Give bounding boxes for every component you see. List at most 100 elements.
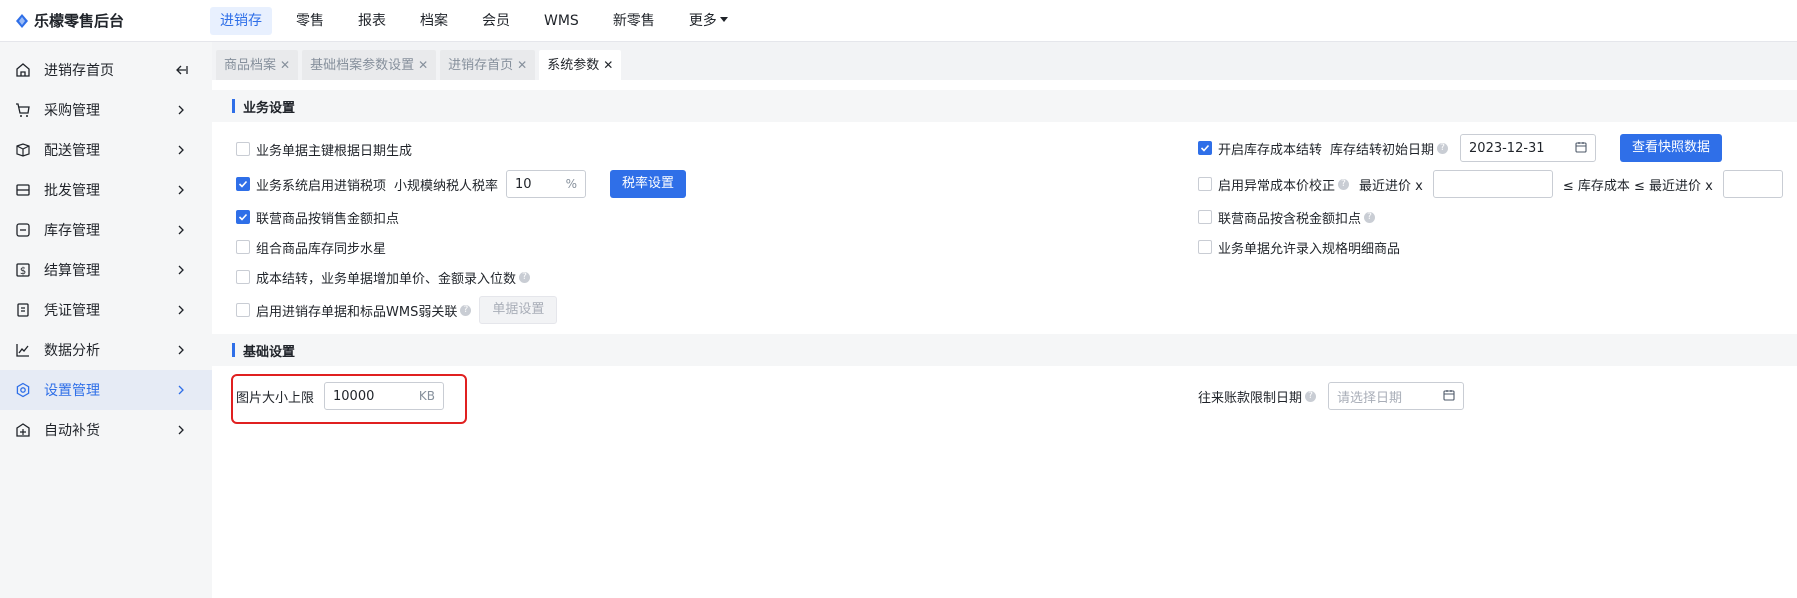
option-combo-sync[interactable]: 组合商品库存同步水星: [236, 238, 386, 257]
sidebar-item-inventory-home[interactable]: 进销存首页: [0, 50, 212, 90]
calendar-icon: [1575, 141, 1587, 156]
option-label: 成本结转，业务单据增加单价、金额录入位数: [256, 271, 517, 287]
chevron-right-icon: [174, 183, 188, 197]
checkbox[interactable]: [236, 270, 250, 284]
checkbox[interactable]: [236, 303, 250, 317]
collapse-icon[interactable]: [174, 63, 188, 77]
recent-price-max-input[interactable]: [1722, 170, 1783, 198]
ar-date-input[interactable]: 请选择日期: [1328, 382, 1465, 410]
sidebar-item-label: 库存管理: [44, 223, 100, 239]
option-label: 联营商品按销售金额扣点: [256, 211, 400, 227]
checkbox[interactable]: [1198, 141, 1212, 155]
chevron-right-icon: [174, 343, 188, 357]
tab-product-archive[interactable]: 商品档案 ✕: [216, 50, 299, 80]
option-cost-digits[interactable]: 成本结转，业务单据增加单价、金额录入位数 ?: [236, 268, 531, 287]
chevron-right-icon: [174, 383, 188, 397]
sidebar: 进销存首页 采购管理 配送管理 批发管理 库存管理 $ 结算管理 凭证管理 数据…: [0, 42, 212, 598]
sidebar-item-settlement[interactable]: $ 结算管理: [0, 250, 212, 290]
close-icon[interactable]: ✕: [418, 58, 428, 72]
chevron-right-icon: [174, 423, 188, 437]
tax-settings-button[interactable]: 税率设置: [610, 170, 687, 198]
restock-icon: [14, 421, 32, 439]
option-spec-detail[interactable]: 业务单据允许录入规格明细商品: [1198, 238, 1401, 257]
topnav-archive[interactable]: 档案: [410, 7, 458, 35]
tab-inventory-home[interactable]: 进销存首页 ✕: [440, 50, 536, 80]
recent-price-label: 最近进价 x: [1359, 178, 1423, 194]
sidebar-item-wholesale[interactable]: 批发管理: [0, 170, 212, 210]
sidebar-item-purchase[interactable]: 采购管理: [0, 90, 212, 130]
option-label: 业务系统启用进销税项: [256, 178, 387, 194]
topnav-inventory[interactable]: 进销存: [210, 6, 272, 35]
chevron-right-icon: [174, 223, 188, 237]
carry-date-label: 库存结转初始日期: [1330, 142, 1435, 158]
option-joint-tax[interactable]: 联营商品按含税金额扣点 ?: [1198, 208, 1376, 227]
close-icon[interactable]: ✕: [603, 58, 613, 72]
tax-rate-input[interactable]: 10%: [506, 170, 587, 198]
option-date-key[interactable]: 业务单据主键根据日期生成: [236, 140, 413, 159]
sidebar-item-inventory[interactable]: 库存管理: [0, 210, 212, 250]
help-icon[interactable]: ?: [1338, 178, 1350, 190]
close-icon[interactable]: ✕: [280, 58, 290, 72]
topnav-member[interactable]: 会员: [472, 7, 520, 35]
topnav-more[interactable]: 更多: [679, 7, 738, 35]
sidebar-item-delivery[interactable]: 配送管理: [0, 130, 212, 170]
highlight-box: [231, 374, 467, 424]
sidebar-item-analytics[interactable]: 数据分析: [0, 330, 212, 370]
help-icon[interactable]: ?: [1437, 142, 1449, 154]
option-label: 启用进销存单据和标品WMS弱关联: [256, 304, 458, 320]
section-accent-bar: [232, 99, 235, 113]
topnav-reports[interactable]: 报表: [348, 7, 396, 35]
view-snapshot-button[interactable]: 查看快照数据: [1620, 134, 1723, 162]
sidebar-item-settings[interactable]: 设置管理: [0, 370, 212, 410]
sidebar-item-label: 凭证管理: [44, 303, 100, 319]
sidebar-item-label: 数据分析: [44, 343, 100, 359]
chevron-right-icon: [174, 143, 188, 157]
checkbox[interactable]: [236, 177, 250, 191]
checkbox[interactable]: [236, 210, 250, 224]
ar-date-label: 往来账款限制日期: [1198, 390, 1303, 406]
checkbox[interactable]: [236, 142, 250, 156]
section-business: 业务设置: [212, 90, 1797, 122]
sidebar-item-restock[interactable]: 自动补货: [0, 410, 212, 450]
option-label: 业务单据允许录入规格明细商品: [1218, 241, 1401, 257]
check-icon: [238, 180, 248, 188]
option-label: 开启库存成本结转: [1218, 142, 1323, 158]
tab-bar: 商品档案 ✕ 基础档案参数设置 ✕ 进销存首页 ✕ 系统参数 ✕: [212, 42, 1797, 80]
tax-rate-unit: %: [565, 177, 578, 191]
topnav-new-retail[interactable]: 新零售: [603, 7, 665, 35]
option-joint-discount[interactable]: 联营商品按销售金额扣点: [236, 208, 400, 227]
logo-icon: [16, 13, 28, 28]
section-title: 基础设置: [243, 344, 296, 360]
topnav-wms[interactable]: WMS: [534, 7, 589, 35]
tab-basic-archive-params[interactable]: 基础档案参数设置 ✕: [302, 50, 437, 80]
cost-range-label: ≤ 库存成本 ≤ 最近进价 x: [1562, 178, 1713, 194]
recent-price-min-input[interactable]: [1432, 170, 1553, 198]
tax-rate-value: 10: [515, 176, 532, 192]
help-icon[interactable]: ?: [519, 271, 531, 283]
check-icon: [238, 213, 248, 221]
checkbox[interactable]: [1198, 177, 1212, 191]
checkbox[interactable]: [236, 240, 250, 254]
chevron-right-icon: [174, 103, 188, 117]
tab-system-params[interactable]: 系统参数 ✕: [539, 50, 622, 80]
option-tax: 业务系统启用进销税项 小规模纳税人税率 10% 税率设置: [236, 170, 687, 198]
carry-date-input[interactable]: 2023-12-31: [1460, 134, 1597, 162]
sidebar-item-voucher[interactable]: 凭证管理: [0, 290, 212, 330]
section-basic: 基础设置: [212, 334, 1797, 366]
help-icon[interactable]: ?: [460, 304, 472, 316]
document-settings-button[interactable]: 单据设置: [479, 296, 558, 324]
close-icon[interactable]: ✕: [517, 58, 527, 72]
option-cost-carry: 开启库存成本结转 库存结转初始日期 ? 2023-12-31 查看快照数据: [1198, 134, 1723, 162]
checkbox[interactable]: [1198, 240, 1212, 254]
brand[interactable]: 乐檬零售后台: [0, 10, 210, 31]
settings-icon: [14, 381, 32, 399]
chevron-right-icon: [174, 263, 188, 277]
tax-rate-label: 小规模纳税人税率: [394, 178, 499, 194]
help-icon[interactable]: ?: [1305, 390, 1317, 402]
option-label: 业务单据主键根据日期生成: [256, 143, 413, 159]
checkbox[interactable]: [1198, 210, 1212, 224]
help-icon[interactable]: ?: [1364, 211, 1376, 223]
option-label: 联营商品按含税金额扣点: [1218, 211, 1362, 227]
topnav-retail[interactable]: 零售: [286, 7, 334, 35]
tab-label: 系统参数: [547, 58, 600, 73]
